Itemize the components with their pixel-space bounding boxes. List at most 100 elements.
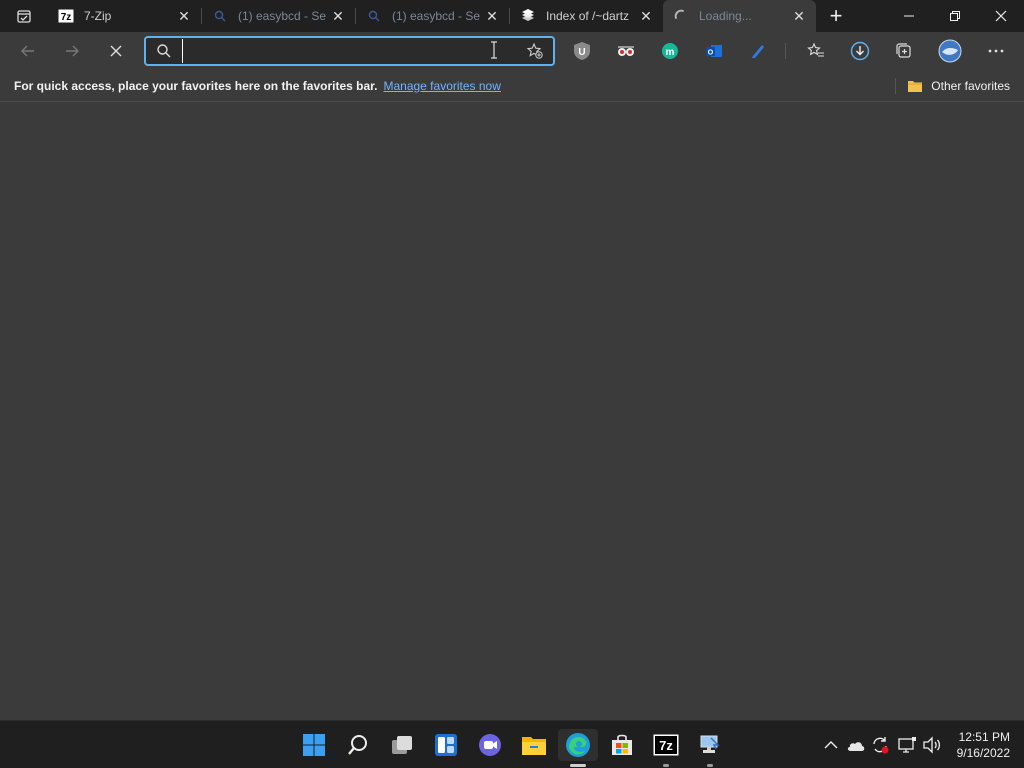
folder-icon <box>522 737 546 755</box>
stop-loading-button[interactable] <box>98 35 134 67</box>
close-icon <box>110 45 122 57</box>
speaker-icon <box>923 736 941 754</box>
task-view-icon <box>392 736 412 754</box>
settings-more-button[interactable] <box>984 39 1008 63</box>
server-icon <box>520 8 536 24</box>
cloud-icon <box>847 742 865 751</box>
sync-status-button[interactable] <box>869 733 891 757</box>
minimize-button[interactable] <box>886 0 932 32</box>
new-tab-button[interactable]: + <box>820 0 852 32</box>
taskbar-search-button[interactable] <box>338 729 378 761</box>
favorites-bar: For quick access, place your favorites h… <box>0 70 1024 102</box>
toolbar-divider <box>785 43 786 59</box>
other-favorites-button[interactable]: Other favorites <box>907 70 1010 102</box>
address-bar[interactable] <box>144 36 555 66</box>
tab-bar: 7z 7-Zip ✕ (1) easybcd - Se ✕ (1) easybc… <box>0 0 1024 32</box>
task-view-button[interactable] <box>382 729 422 761</box>
tab-title: Loading... <box>699 9 752 23</box>
pen-extension-button[interactable] <box>746 39 770 63</box>
teams-chat-button[interactable] <box>470 729 510 761</box>
svg-text:7z: 7z <box>659 738 673 753</box>
svg-text:O: O <box>708 50 714 57</box>
favorites-bar-message: For quick access, place your favorites h… <box>14 78 378 93</box>
downloads-button[interactable] <box>848 39 872 63</box>
tab-easybcd-2[interactable]: (1) easybcd - Se ✕ <box>356 0 509 32</box>
avatar <box>938 39 962 63</box>
glasses-icon <box>618 46 634 56</box>
chevron-up-icon <box>824 741 838 749</box>
loading-spinner-icon <box>673 8 689 24</box>
page-content <box>0 103 1024 720</box>
address-input[interactable] <box>182 39 517 63</box>
tab-index-of[interactable]: Index of /~dartz ✕ <box>510 0 663 32</box>
other-favorites-label: Other favorites <box>931 79 1010 93</box>
more-icon <box>988 49 1004 53</box>
network-status-button[interactable] <box>896 733 918 757</box>
7zip-taskbar-button[interactable]: 7z <box>646 729 686 767</box>
ublock-icon: U <box>574 42 590 60</box>
folder-icon <box>908 81 923 92</box>
file-explorer-button[interactable] <box>514 729 554 761</box>
tab-close-icon[interactable]: ✕ <box>483 7 501 25</box>
7zip-icon: 7z <box>653 734 679 756</box>
tab-actions-button[interactable] <box>0 0 48 32</box>
edge-taskbar-button[interactable] <box>558 729 598 767</box>
taskbar: 7z 12:51 PM 9/16/2022 <box>0 720 1024 768</box>
search-icon <box>366 8 382 24</box>
tab-close-icon[interactable]: ✕ <box>329 7 347 25</box>
close-window-button[interactable] <box>978 0 1024 32</box>
taskbar-clock[interactable]: 12:51 PM 9/16/2022 <box>957 729 1010 761</box>
favorites-divider <box>895 78 896 94</box>
add-favorite-button[interactable] <box>517 42 553 60</box>
ublock-extension-button[interactable]: U <box>570 39 594 63</box>
network-icon <box>898 737 916 753</box>
text-cursor-icon <box>490 41 498 64</box>
clock-time: 12:51 PM <box>958 730 1010 744</box>
favorites-button[interactable] <box>804 39 828 63</box>
collections-icon <box>896 43 911 58</box>
restore-icon <box>950 11 960 21</box>
tab-title: Index of /~dartz <box>546 9 630 23</box>
widgets-button[interactable] <box>426 729 466 761</box>
7zip-icon: 7z <box>58 8 74 24</box>
tab-close-icon[interactable]: ✕ <box>637 7 655 25</box>
star-list-icon <box>807 42 824 57</box>
tab-title: (1) easybcd - Se <box>392 9 481 23</box>
window-controls <box>886 0 1024 32</box>
plus-icon: + <box>829 3 843 28</box>
monica-extension-button[interactable]: m <box>658 39 682 63</box>
forward-button[interactable] <box>54 35 90 67</box>
manage-favorites-link[interactable]: Manage favorites now <box>383 79 500 93</box>
outlook-icon: O <box>706 45 722 57</box>
start-button[interactable] <box>294 729 334 761</box>
volume-button[interactable] <box>921 733 943 757</box>
show-hidden-icons-button[interactable] <box>820 733 842 757</box>
store-icon <box>612 734 632 755</box>
star-add-icon <box>526 42 543 59</box>
arrow-right-icon <box>66 45 79 57</box>
m-circle-icon: m <box>662 43 678 59</box>
back-button[interactable] <box>10 35 46 67</box>
tab-loading[interactable]: Loading... ✕ <box>663 0 816 32</box>
network-app-taskbar-button[interactable] <box>690 729 730 767</box>
tab-actions-icon <box>17 10 31 23</box>
svg-text:m: m <box>666 47 675 58</box>
chat-icon <box>479 734 501 756</box>
close-icon <box>995 10 1007 22</box>
search-icon <box>348 735 367 755</box>
tab-title: (1) easybcd - Se <box>238 9 327 23</box>
svg-text:7z: 7z <box>61 12 72 23</box>
tab-easybcd-1[interactable]: (1) easybcd - Se ✕ <box>202 0 355 32</box>
microsoft-store-button[interactable] <box>602 729 642 761</box>
tab-7zip[interactable]: 7z 7-Zip ✕ <box>48 0 201 32</box>
outlook-extension-button[interactable]: O <box>702 39 726 63</box>
profile-button[interactable] <box>936 37 964 65</box>
onedrive-button[interactable] <box>845 733 867 757</box>
collections-button[interactable] <box>892 39 916 63</box>
restore-button[interactable] <box>932 0 978 32</box>
tab-close-icon[interactable]: ✕ <box>175 7 193 25</box>
tab-close-icon[interactable]: ✕ <box>790 7 808 25</box>
computer-network-icon <box>700 735 720 753</box>
tampermonkey-extension-button[interactable] <box>614 39 638 63</box>
arrow-left-icon <box>21 45 34 57</box>
